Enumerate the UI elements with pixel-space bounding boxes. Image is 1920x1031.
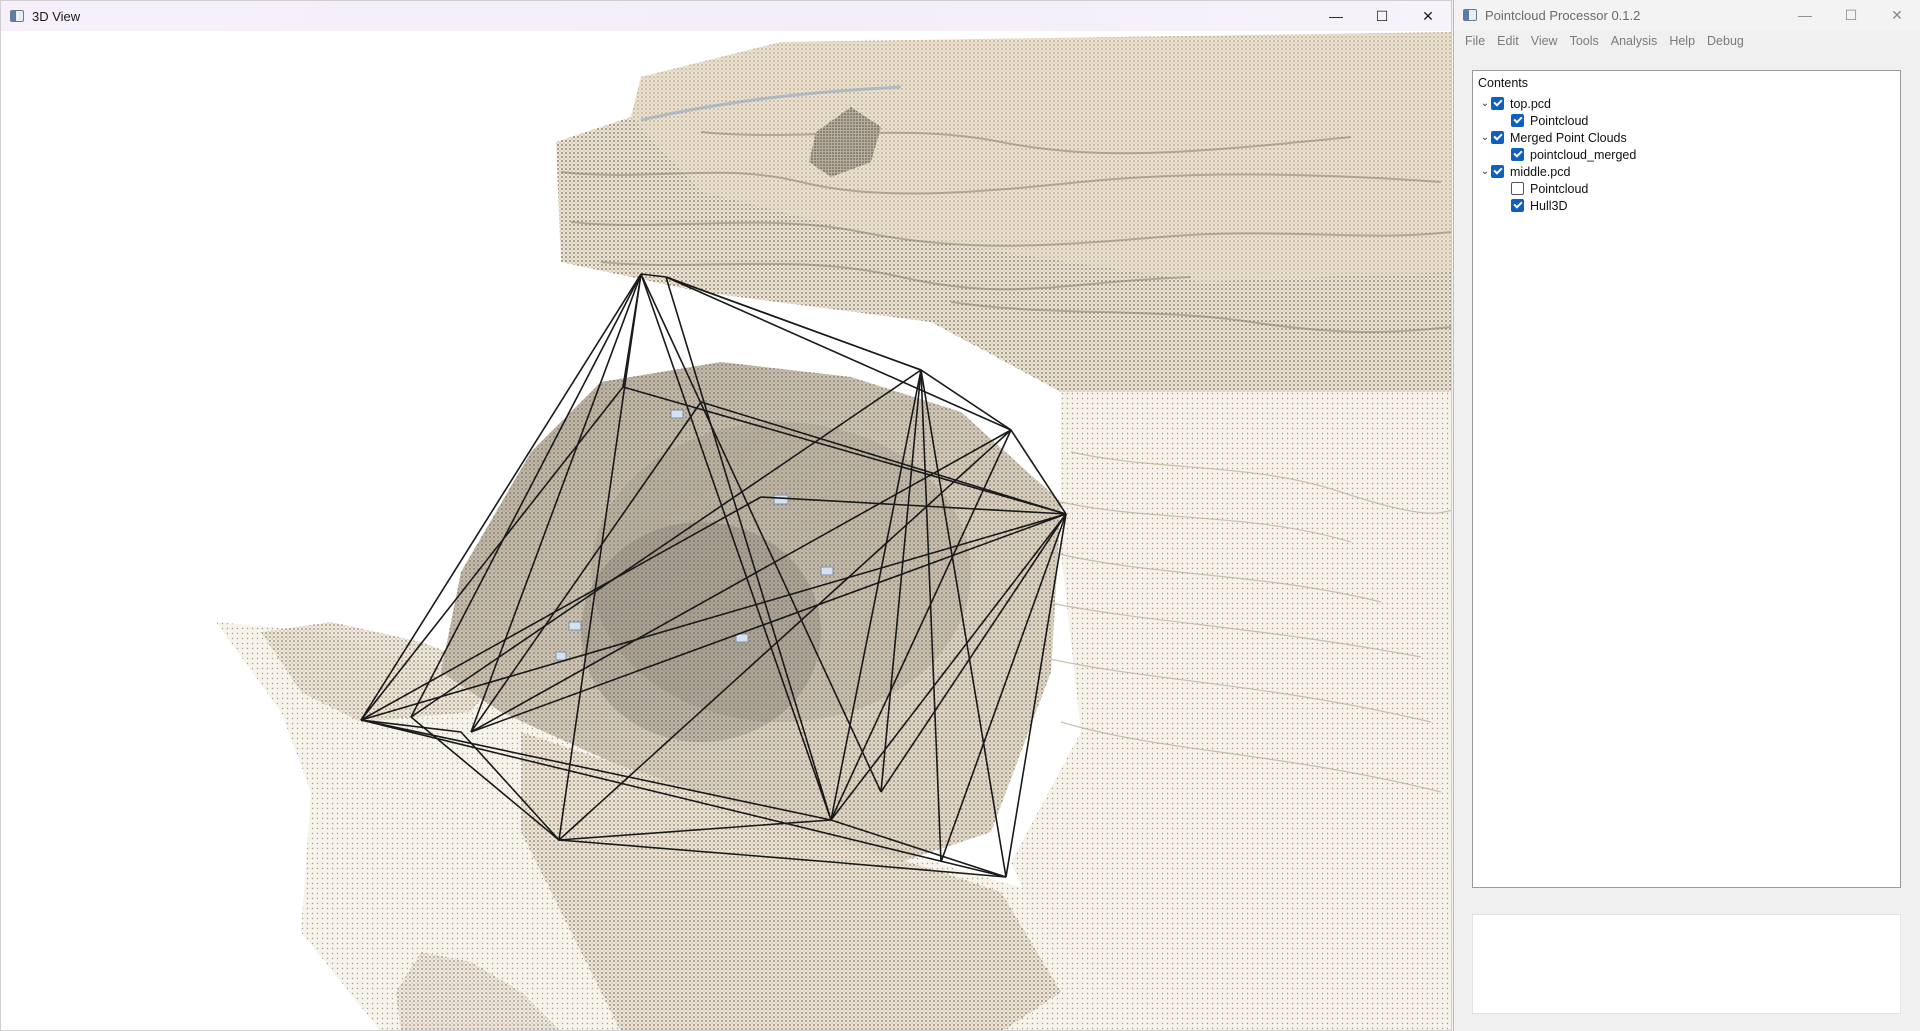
tree-item-pointcloud-merged[interactable]: pointcloud_merged: [1511, 146, 1636, 163]
tree-item-hull3d[interactable]: Hull3D: [1511, 197, 1568, 214]
3d-view-titlebar[interactable]: 3D View — ☐ ✕: [1, 1, 1451, 31]
output-panel[interactable]: [1472, 914, 1901, 1014]
contents-header: Contents: [1478, 76, 1529, 90]
menu-tools[interactable]: Tools: [1567, 34, 1608, 48]
3d-view-window: 3D View — ☐ ✕: [0, 0, 1452, 1031]
tree-item-pointcloud[interactable]: Pointcloud: [1511, 180, 1588, 197]
tree-item-pointcloud[interactable]: Pointcloud: [1511, 112, 1588, 129]
menu-edit[interactable]: Edit: [1494, 34, 1528, 48]
tree-item-merged-point-clouds[interactable]: ⌄ Merged Point Clouds: [1479, 129, 1627, 146]
pointcloud-processor-window: Pointcloud Processor 0.1.2 — ☐ ✕ File Ed…: [1453, 0, 1920, 1031]
close-button[interactable]: ✕: [1405, 1, 1451, 31]
chevron-down-icon[interactable]: ⌄: [1479, 165, 1491, 179]
tree-item-top-pcd[interactable]: ⌄ top.pcd: [1479, 95, 1551, 112]
checkbox-middle-pcd[interactable]: [1491, 165, 1504, 178]
menu-help[interactable]: Help: [1666, 34, 1704, 48]
pointcloud-render[interactable]: [1, 32, 1451, 1030]
close-button[interactable]: ✕: [1874, 0, 1920, 30]
checkbox-hull3d[interactable]: [1511, 199, 1524, 212]
checkbox-pointcloud[interactable]: [1511, 114, 1524, 127]
tree-item-label: Pointcloud: [1530, 181, 1589, 196]
checkbox-top-pcd[interactable]: [1491, 97, 1504, 110]
menu-debug[interactable]: Debug: [1704, 34, 1753, 48]
tree-item-label: Pointcloud: [1530, 113, 1589, 128]
menu-analysis[interactable]: Analysis: [1608, 34, 1667, 48]
tree-item-label: middle.pcd: [1510, 164, 1571, 179]
processor-titlebar[interactable]: Pointcloud Processor 0.1.2 — ☐ ✕: [1454, 0, 1920, 30]
processor-title: Pointcloud Processor 0.1.2: [1485, 7, 1641, 23]
checkbox-pointcloud-merged[interactable]: [1511, 148, 1524, 161]
tree-item-label: pointcloud_merged: [1530, 147, 1637, 162]
3d-view-title: 3D View: [32, 8, 81, 24]
maximize-button[interactable]: ☐: [1828, 0, 1874, 30]
chevron-down-icon[interactable]: ⌄: [1479, 131, 1491, 145]
minimize-button[interactable]: —: [1313, 1, 1359, 31]
3d-viewport[interactable]: [1, 32, 1451, 1030]
tree-item-label: Merged Point Clouds: [1510, 130, 1627, 145]
tree-item-label: Hull3D: [1530, 198, 1568, 213]
app-window-icon: [1463, 9, 1477, 21]
tree-item-label: top.pcd: [1510, 96, 1552, 111]
maximize-button[interactable]: ☐: [1359, 1, 1405, 31]
contents-tree[interactable]: Contents ⌄ top.pcd Pointcloud ⌄ Merged P…: [1472, 70, 1901, 888]
menu-bar: File Edit View Tools Analysis Help Debug: [1454, 30, 1920, 52]
checkbox-pointcloud[interactable]: [1511, 182, 1524, 195]
chevron-down-icon[interactable]: ⌄: [1479, 97, 1491, 111]
tree-item-middle-pcd[interactable]: ⌄ middle.pcd: [1479, 163, 1571, 180]
menu-file[interactable]: File: [1462, 34, 1494, 48]
menu-view[interactable]: View: [1528, 34, 1567, 48]
checkbox-merged-point-clouds[interactable]: [1491, 131, 1504, 144]
minimize-button[interactable]: —: [1782, 0, 1828, 30]
app-window-icon: [10, 10, 24, 22]
